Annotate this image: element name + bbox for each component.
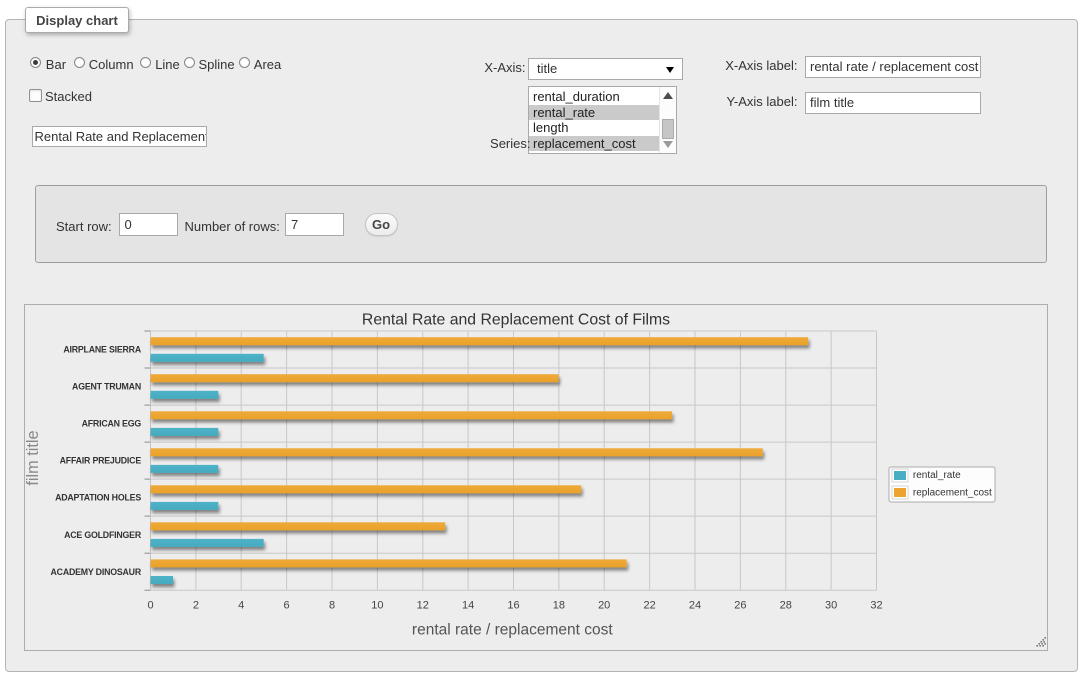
svg-text:12: 12 (417, 600, 429, 612)
svg-text:18: 18 (553, 600, 565, 612)
svg-text:28: 28 (780, 600, 792, 612)
svg-text:AFRICAN EGG: AFRICAN EGG (82, 419, 142, 429)
svg-text:rental_rate: rental_rate (913, 470, 961, 481)
svg-text:ADAPTATION HOLES: ADAPTATION HOLES (55, 493, 141, 503)
svg-text:26: 26 (734, 600, 746, 612)
svg-text:4: 4 (238, 600, 244, 612)
svg-text:film title: film title (25, 430, 42, 485)
svg-text:8: 8 (329, 600, 335, 612)
svg-text:6: 6 (284, 600, 290, 612)
svg-text:30: 30 (825, 600, 837, 612)
svg-text:14: 14 (462, 600, 474, 612)
svg-text:ACE GOLDFINGER: ACE GOLDFINGER (64, 530, 142, 540)
svg-text:Rental Rate and Replacement Co: Rental Rate and Replacement Cost of Film… (362, 312, 670, 329)
svg-text:replacement_cost: replacement_cost (913, 488, 992, 499)
svg-text:22: 22 (643, 600, 655, 612)
svg-text:24: 24 (689, 600, 701, 612)
svg-text:10: 10 (371, 600, 383, 612)
svg-text:0: 0 (147, 600, 153, 612)
svg-text:ACADEMY DINOSAUR: ACADEMY DINOSAUR (51, 567, 142, 577)
svg-text:rental rate / replacement cost: rental rate / replacement cost (412, 621, 613, 638)
svg-text:AGENT TRUMAN: AGENT TRUMAN (72, 382, 141, 392)
svg-text:20: 20 (598, 600, 610, 612)
svg-text:2: 2 (193, 600, 199, 612)
svg-text:AFFAIR PREJUDICE: AFFAIR PREJUDICE (60, 456, 142, 466)
svg-text:32: 32 (870, 600, 882, 612)
svg-text:16: 16 (507, 600, 519, 612)
svg-text:AIRPLANE SIERRA: AIRPLANE SIERRA (63, 345, 141, 355)
